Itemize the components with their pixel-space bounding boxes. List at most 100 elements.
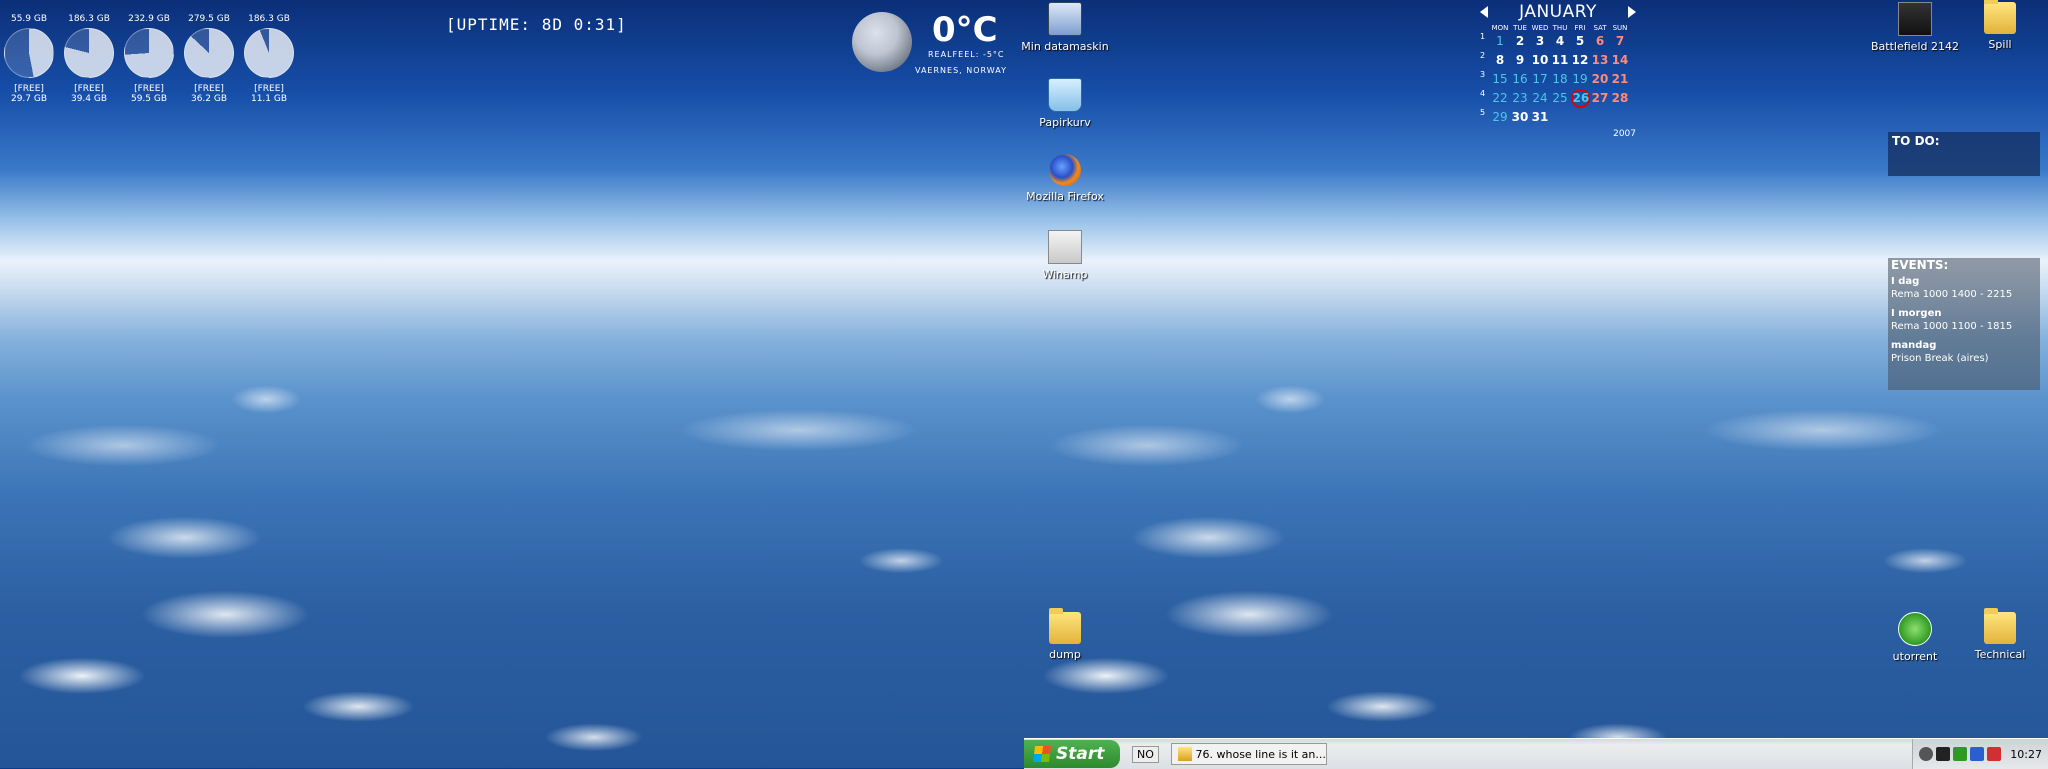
calendar-day: 27 [1591, 91, 1609, 105]
weekday-label: WED [1531, 24, 1549, 32]
drive-free: 11.1 GB [250, 94, 288, 104]
event-day: I dag [1891, 276, 1920, 287]
drive-size: 186.3 GB [68, 14, 110, 24]
calendar-day: 30 [1511, 110, 1529, 124]
taskbar-task[interactable]: 76. whose line is it an... [1170, 743, 1327, 765]
todo-panel: TO DO: [1888, 132, 2040, 176]
week-number: 2 [1480, 51, 1486, 60]
desktop-icon-utorrent[interactable]: utorrent [1870, 612, 1960, 663]
calendar-day: 4 [1555, 34, 1565, 48]
weather-realfeel: REALFEEL: -5°C [928, 50, 1005, 59]
game-icon [1898, 2, 1932, 36]
calendar-day: 31 [1531, 110, 1549, 124]
weather-cloud-icon [852, 12, 912, 72]
calendar-day: 7 [1615, 34, 1625, 48]
drive-usage-pie [244, 28, 294, 78]
task-app-icon [1177, 747, 1192, 761]
desktop-icon-label: Technical [1974, 648, 2026, 661]
calendar-day: 2 [1515, 34, 1525, 48]
drive-f: 279.5 GB [FREE] 36.2 GB [184, 14, 234, 104]
drive-usage-pie [4, 28, 54, 78]
calendar-day: 20 [1591, 72, 1609, 86]
drive-free: 39.4 GB [70, 94, 108, 104]
drive-size: 279.5 GB [188, 14, 230, 24]
desktop-icon-technical[interactable]: Technical [1955, 608, 2045, 661]
free-label: [FREE] [194, 84, 224, 94]
uptime-text: [UPTIME: 8D 0:31] [446, 15, 627, 34]
events-panel: EVENTS: I dag Rema 1000 1400 - 2215 I mo… [1888, 258, 2040, 390]
folder-icon [1049, 608, 1081, 644]
calendar-empty [1610, 108, 1630, 127]
calendar-day: 25 [1552, 91, 1568, 105]
week-header-spacer [1480, 24, 1490, 32]
weekday-label: SUN [1612, 24, 1628, 32]
free-label: [FREE] [74, 84, 104, 94]
calendar-day: 21 [1611, 72, 1629, 86]
event-text: Rema 1000 1400 - 2215 [1891, 289, 2013, 300]
drive-d: 186.3 GB [FREE] 39.4 GB [64, 14, 114, 104]
desktop-icon-recycle-bin[interactable]: Papirkurv [1020, 78, 1110, 129]
calendar-grid: MON TUE WED THU FRI SAT SUN 1 1 2 3 4 5 6 7 2 8 9 10 11 12 13… [1480, 24, 1636, 127]
desktop-icon-label: Winamp [1042, 268, 1088, 281]
calendar-day: 29 [1492, 110, 1508, 124]
desktop-icon-battlefield[interactable]: Battlefield 2142 [1870, 2, 1960, 53]
calendar-day: 23 [1512, 91, 1528, 105]
drive-free: 29.7 GB [10, 94, 48, 104]
calendar-day: 11 [1551, 53, 1569, 67]
start-label: Start [1056, 744, 1105, 764]
desktop-icon-firefox[interactable]: Mozilla Firefox [1020, 154, 1110, 203]
weekday-label: FRI [1574, 24, 1586, 32]
calendar-day: 14 [1611, 53, 1629, 67]
desktop-icon-label: Papirkurv [1039, 116, 1091, 129]
taskbar-clock[interactable]: 10:27 [2010, 748, 2042, 761]
desktop-icon-my-computer[interactable]: Min datamaskin [1020, 2, 1110, 53]
drive-usage-pie [184, 28, 234, 78]
calendar-day: 15 [1492, 72, 1508, 86]
desktop-icon-spill[interactable]: Spill [1955, 0, 2045, 51]
todo-title: TO DO: [1892, 134, 1940, 148]
weather-temperature: 0°C [932, 10, 998, 50]
week-number: 4 [1480, 89, 1486, 98]
desktop-icon-label: Mozilla Firefox [1026, 190, 1104, 203]
tray-app-icon[interactable] [1970, 747, 1985, 761]
start-button[interactable]: Start [1024, 740, 1120, 768]
calendar-empty [1550, 108, 1570, 127]
calendar-empty [1590, 108, 1610, 127]
calendar-day: 13 [1591, 53, 1609, 67]
computer-icon [1048, 2, 1082, 36]
event-day: I morgen [1891, 308, 1942, 319]
tray-app-icon[interactable] [1936, 747, 1951, 761]
previous-month-icon[interactable] [1480, 6, 1488, 18]
calendar-day: 3 [1535, 34, 1545, 48]
tray-arrow-icon[interactable] [1919, 747, 1934, 761]
folder-icon [1984, 608, 2016, 644]
event-day: mandag [1891, 340, 1937, 351]
desktop-icon-label: Min datamaskin [1021, 40, 1109, 53]
next-month-icon[interactable] [1628, 6, 1636, 18]
left-monitor-desktop: 55.9 GB [FREE] 29.7 GB 186.3 GB [FREE] 3… [0, 0, 1024, 768]
tray-app-icon[interactable] [1987, 747, 2002, 761]
folder-icon [1984, 0, 2016, 34]
weather-location: VAERNES, NORWAY [915, 66, 1007, 75]
firefox-icon [1049, 154, 1081, 186]
event-text: Rema 1000 1100 - 1815 [1891, 321, 2013, 332]
drive-free: 36.2 GB [190, 94, 228, 104]
tray-app-icon[interactable] [1953, 747, 1968, 761]
desktop-icon-dump[interactable]: dump [1020, 608, 1110, 661]
calendar-month: JANUARY [1519, 2, 1597, 22]
free-label: [FREE] [14, 84, 44, 94]
calendar-day: 22 [1492, 91, 1508, 105]
free-label: [FREE] [134, 84, 164, 94]
calendar-day: 6 [1595, 34, 1605, 48]
language-indicator[interactable]: NO [1132, 745, 1159, 763]
week-number: 1 [1480, 32, 1486, 41]
calendar-today: 26 [1570, 89, 1590, 108]
calendar-day: 26 [1570, 89, 1590, 108]
events-title: EVENTS: [1891, 258, 1949, 272]
desktop-icon-label: utorrent [1892, 650, 1938, 663]
weekday-label: THU [1552, 24, 1568, 32]
desktop-icon-winamp[interactable]: Winamp [1020, 230, 1110, 281]
drive-e: 232.9 GB [FREE] 59.5 GB [124, 14, 174, 104]
windows-logo-icon [1032, 746, 1052, 762]
calendar-day: 28 [1611, 91, 1629, 105]
